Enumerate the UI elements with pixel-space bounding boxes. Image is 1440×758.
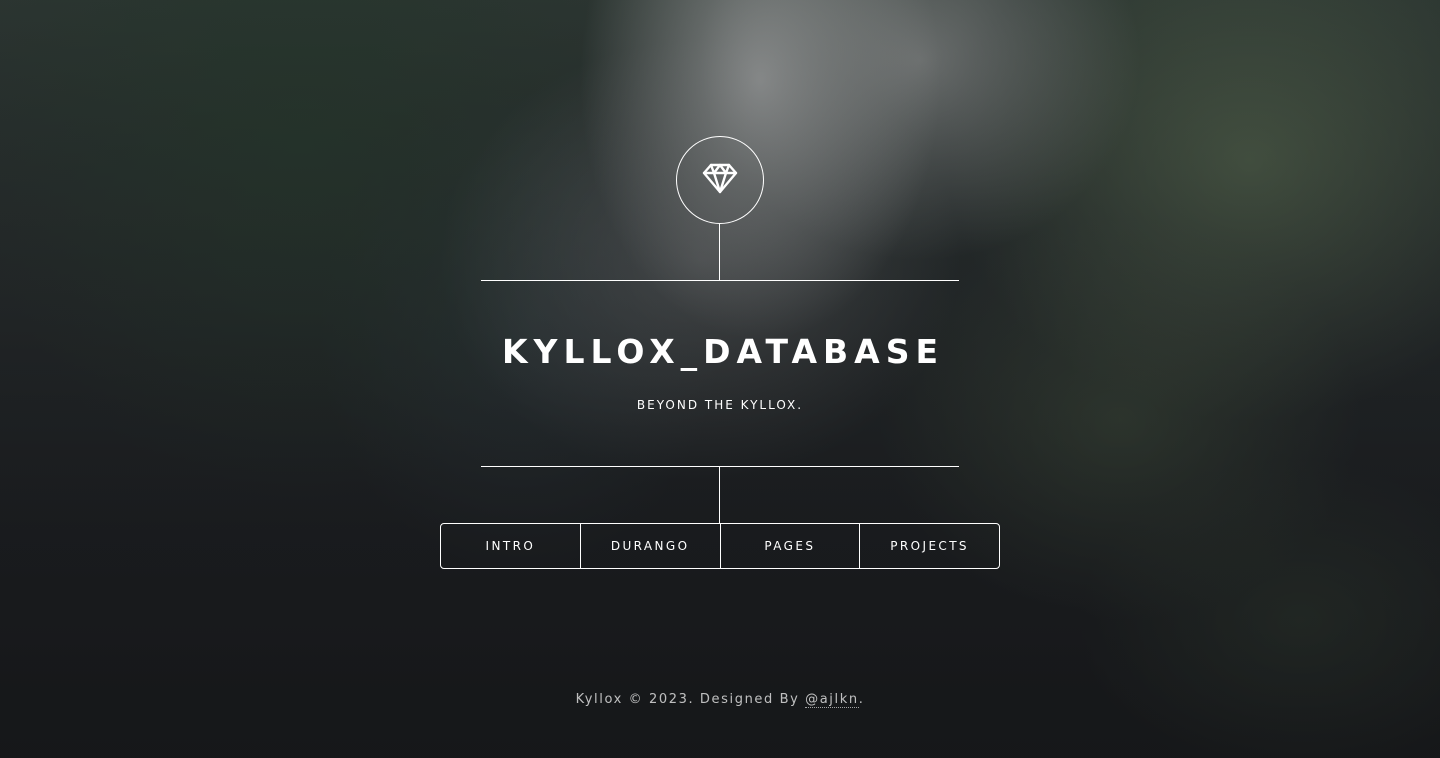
site-title: KYLLOX_DATABASE: [501, 332, 945, 371]
footer: Kyllox © 2023. Designed By @ajlkn.: [420, 690, 1020, 710]
connector-line-top: [719, 224, 720, 280]
connector-line-bottom: [719, 467, 720, 523]
site-subtitle: BEYOND THE KYLLOX.: [636, 398, 804, 412]
designer-link[interactable]: @ajlkn: [805, 692, 859, 708]
nav-item-pages[interactable]: PAGES: [719, 524, 860, 568]
main-nav: INTRO DURANGO PAGES PROJECTS: [440, 523, 1000, 569]
nav-item-durango[interactable]: DURANGO: [579, 524, 720, 568]
divider-bottom: [481, 466, 959, 467]
footer-period: .: [858, 692, 865, 707]
copyright-text: Kyllox © 2023. Designed By: [575, 692, 806, 707]
divider-top: [481, 280, 959, 281]
nav-item-projects[interactable]: PROJECTS: [859, 524, 999, 568]
site-header: KYLLOX_DATABASE BEYOND THE KYLLOX. INTRO…: [0, 0, 1440, 758]
nav-item-intro[interactable]: INTRO: [441, 524, 580, 568]
logo: [676, 136, 764, 224]
diamond-icon: [701, 159, 739, 202]
